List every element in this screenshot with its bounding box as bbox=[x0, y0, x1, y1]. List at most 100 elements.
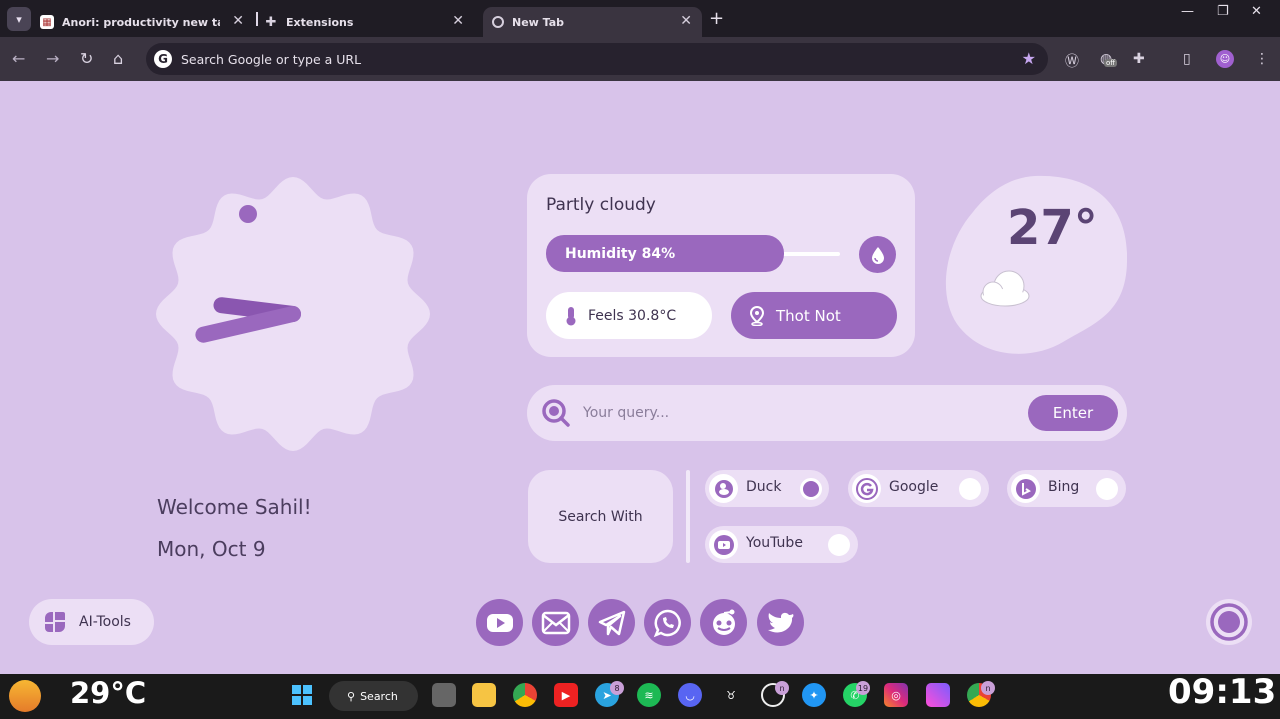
tab-new-tab[interactable]: New Tab ✕ bbox=[483, 7, 702, 37]
bookmark-star-icon[interactable]: ★ bbox=[1022, 49, 1036, 68]
reddit-shortcut[interactable] bbox=[700, 599, 747, 646]
engine-label: Bing bbox=[1048, 479, 1080, 495]
engine-option-google[interactable]: Google bbox=[848, 470, 989, 507]
telegram-icon bbox=[598, 610, 625, 635]
chrome-icon[interactable] bbox=[513, 683, 537, 707]
tab-search-button[interactable]: ▾ bbox=[7, 7, 31, 31]
mail-shortcut[interactable] bbox=[532, 599, 579, 646]
close-tab-icon[interactable]: ✕ bbox=[232, 13, 244, 29]
engine-label: Duck bbox=[746, 479, 782, 495]
current-date: Mon, Oct 9 bbox=[157, 537, 266, 561]
twitter-shortcut[interactable] bbox=[757, 599, 804, 646]
whatsapp-icon bbox=[653, 609, 681, 637]
location-pill[interactable]: Thot Not bbox=[731, 292, 897, 339]
engine-label: Google bbox=[889, 479, 939, 495]
tab-divider bbox=[256, 12, 258, 26]
google-icon bbox=[852, 474, 881, 503]
reload-icon[interactable]: ↻ bbox=[80, 49, 93, 68]
search-icon bbox=[542, 399, 570, 427]
tab-anori[interactable]: ▦ Anori: productivity new tab - C ✕ bbox=[40, 7, 250, 37]
extension-w-icon[interactable]: Ⓦ bbox=[1065, 51, 1079, 71]
telegram-shortcut[interactable] bbox=[588, 599, 635, 646]
location-name: Thot Not bbox=[776, 306, 841, 325]
clock-twelve-marker bbox=[239, 205, 257, 223]
humidity-bar: Humidity 84% bbox=[546, 235, 840, 272]
search-input[interactable] bbox=[583, 401, 1013, 425]
extension-off-icon[interactable]: ◍off bbox=[1100, 51, 1118, 67]
tab-extensions[interactable]: ✚ Extensions ✕ bbox=[264, 7, 474, 37]
task-view-icon[interactable] bbox=[432, 683, 456, 707]
location-pin-icon bbox=[749, 305, 765, 326]
weather-condition: Partly cloudy bbox=[546, 195, 656, 215]
windows-start-icon[interactable] bbox=[290, 683, 314, 707]
engine-radio[interactable] bbox=[1096, 478, 1118, 500]
search-bar: Enter bbox=[527, 385, 1127, 441]
search-icon: ⚲ bbox=[347, 689, 356, 703]
forward-icon[interactable]: → bbox=[46, 49, 59, 68]
tab-title: Anori: productivity new tab - C bbox=[62, 15, 220, 29]
reddit-icon bbox=[712, 609, 735, 635]
google-icon: G bbox=[154, 50, 172, 68]
weather-sun-icon[interactable] bbox=[9, 680, 41, 712]
instagram-icon[interactable]: ◎ bbox=[884, 683, 908, 707]
youtube-app-icon[interactable]: ▶ bbox=[554, 683, 578, 707]
home-icon[interactable]: ⌂ bbox=[113, 49, 123, 68]
analog-clock bbox=[156, 177, 430, 451]
engine-option-duck[interactable]: Duck bbox=[705, 470, 829, 507]
new-tab-favicon-icon bbox=[492, 16, 504, 28]
close-tab-icon[interactable]: ✕ bbox=[452, 13, 464, 29]
back-icon[interactable]: ← bbox=[12, 49, 25, 68]
engine-label: YouTube bbox=[746, 535, 803, 551]
dropbox-icon[interactable]: ✦ bbox=[802, 683, 826, 707]
profile-avatar[interactable]: ☺ bbox=[1216, 50, 1234, 68]
feels-like-pill: Feels 30.8°C bbox=[546, 292, 712, 339]
address-bar[interactable]: G Search Google or type a URL ★ bbox=[146, 43, 1048, 75]
bing-icon bbox=[1011, 474, 1040, 503]
address-placeholder: Search Google or type a URL bbox=[181, 51, 362, 67]
youtube-shortcut[interactable] bbox=[476, 599, 523, 646]
youtube-icon bbox=[486, 613, 513, 632]
taskbar-search-label: Search bbox=[360, 689, 398, 703]
restore-icon[interactable]: ❐ bbox=[1217, 4, 1229, 19]
mail-icon bbox=[541, 611, 570, 634]
whatsapp-shortcut[interactable] bbox=[644, 599, 691, 646]
taskbar-search[interactable]: ⚲ Search bbox=[329, 681, 418, 711]
notification-badge: n bbox=[981, 681, 995, 695]
menu-kebab-icon[interactable]: ⋮ bbox=[1255, 51, 1269, 67]
youtube-icon bbox=[709, 530, 738, 559]
minimize-icon[interactable]: — bbox=[1181, 4, 1194, 19]
taskbar-clock[interactable]: 09:13 bbox=[1168, 672, 1276, 712]
spotify-icon[interactable]: ≋ bbox=[637, 683, 661, 707]
extensions-puzzle-icon[interactable]: ✚ bbox=[1133, 51, 1145, 67]
humidity-drop-icon bbox=[859, 236, 896, 273]
ai-tools-label: AI-Tools bbox=[79, 614, 131, 630]
close-window-icon[interactable]: ✕ bbox=[1251, 4, 1262, 19]
search-with-label: Search With bbox=[528, 470, 673, 563]
notification-badge: n bbox=[775, 681, 789, 695]
search-engine-divider bbox=[686, 470, 690, 563]
engine-radio[interactable] bbox=[828, 534, 850, 556]
weather-card: Partly cloudy Humidity 84% Feels 30.8°C … bbox=[527, 174, 915, 357]
hollow-knight-icon[interactable]: ♉ bbox=[719, 683, 743, 707]
settings-button[interactable] bbox=[1206, 599, 1252, 645]
humidity-fill: Humidity 84% bbox=[546, 235, 784, 272]
file-explorer-icon[interactable] bbox=[472, 683, 496, 707]
discord-icon[interactable]: ◡ bbox=[678, 683, 702, 707]
engine-option-bing[interactable]: Bing bbox=[1007, 470, 1126, 507]
temperature-value: 27° bbox=[1007, 200, 1098, 256]
new-tab-button[interactable]: + bbox=[709, 8, 724, 29]
settings-ring-icon bbox=[1210, 603, 1248, 641]
ai-tools-icon bbox=[45, 612, 65, 632]
close-tab-icon[interactable]: ✕ bbox=[680, 13, 692, 29]
copilot-icon[interactable] bbox=[926, 683, 950, 707]
twitter-icon bbox=[767, 612, 793, 632]
taskbar-temperature[interactable]: 29°C bbox=[70, 676, 146, 710]
engine-radio[interactable] bbox=[959, 478, 981, 500]
tab-title: New Tab bbox=[512, 15, 565, 29]
side-panel-icon[interactable]: ▯ bbox=[1183, 51, 1191, 67]
feels-like-text: Feels 30.8°C bbox=[588, 307, 677, 324]
engine-radio-selected[interactable] bbox=[800, 478, 822, 500]
engine-option-youtube[interactable]: YouTube bbox=[705, 526, 858, 563]
enter-button[interactable]: Enter bbox=[1028, 395, 1118, 431]
ai-tools-button[interactable]: AI-Tools bbox=[29, 599, 154, 645]
